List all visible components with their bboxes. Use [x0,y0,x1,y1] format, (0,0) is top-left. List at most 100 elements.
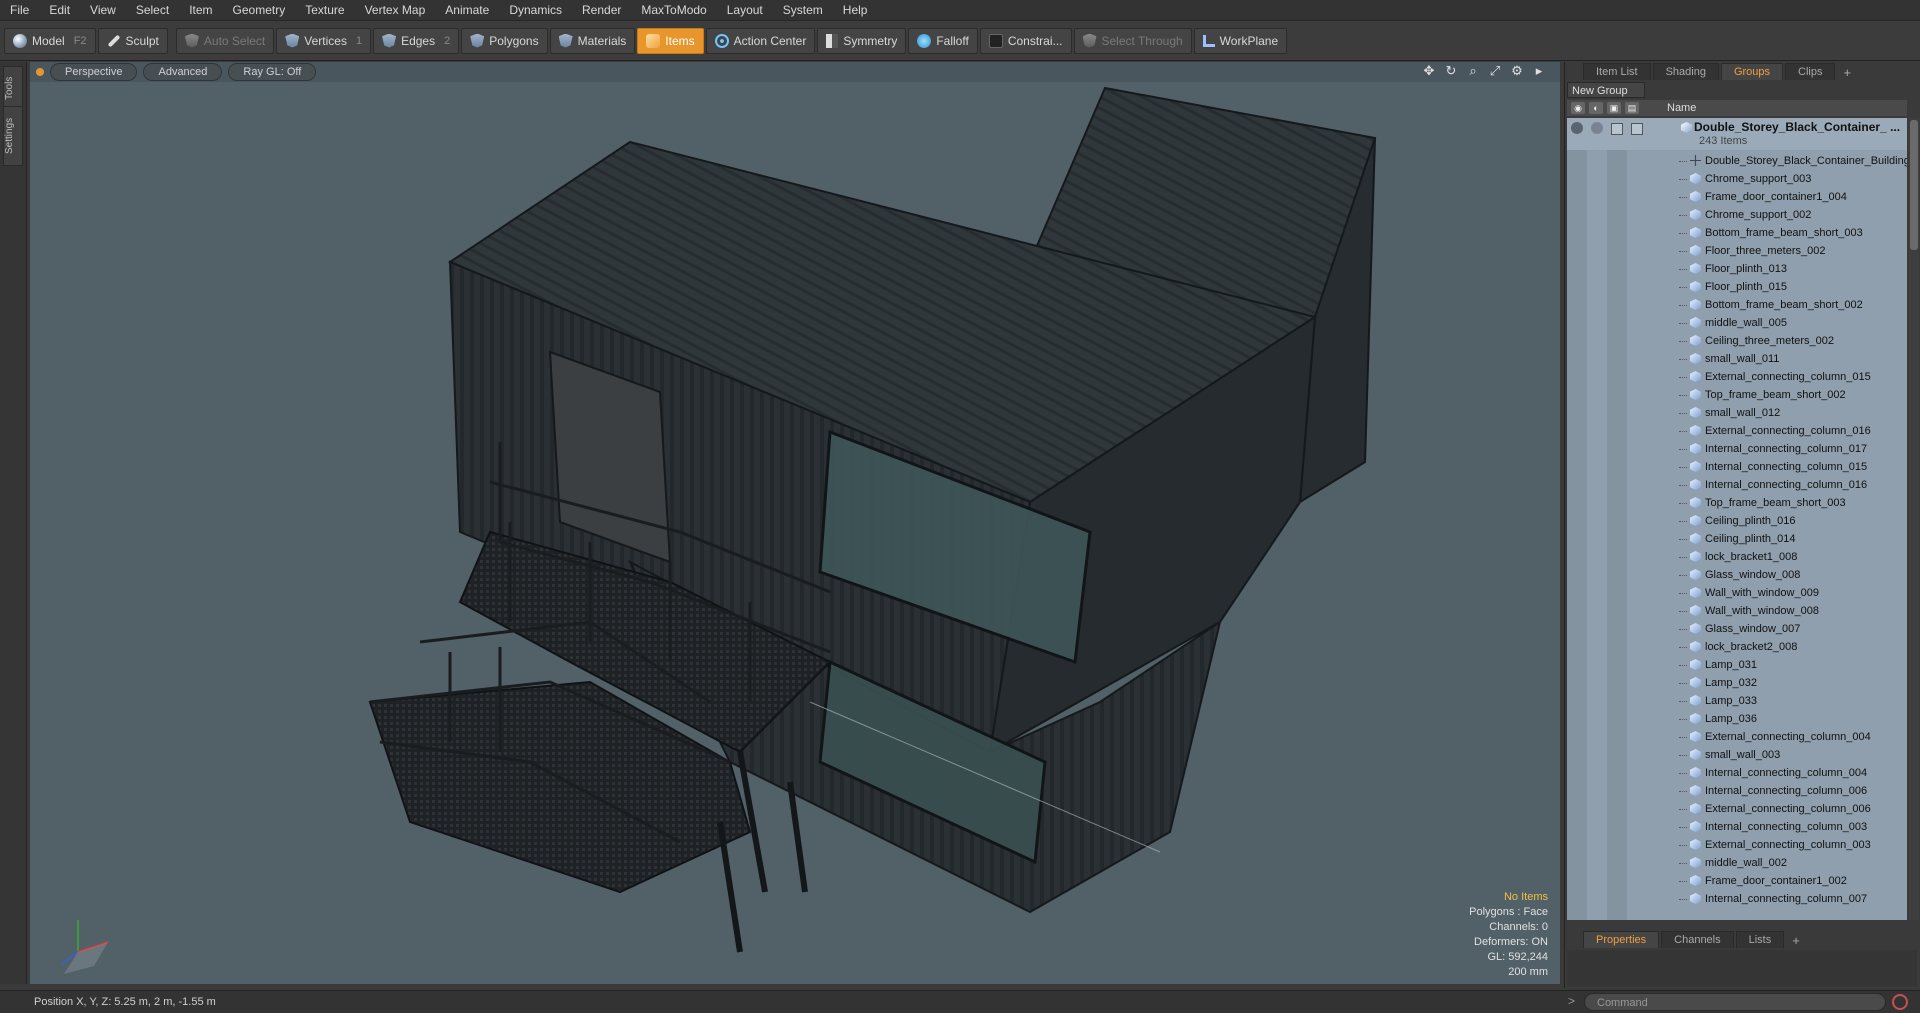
view-mode-dropdown[interactable]: Perspective [50,63,138,81]
tab-channels[interactable]: Channels [1661,931,1734,948]
menu-maxtomodo[interactable]: MaxToModo [631,0,716,20]
menu-texture[interactable]: Texture [295,0,354,20]
list-item[interactable]: Top_frame_beam_short_003 [1567,494,1907,512]
list-item[interactable]: External_connecting_column_006 [1567,800,1907,818]
tab-properties[interactable]: Properties [1583,931,1660,948]
list-item[interactable]: Ceiling_plinth_014 [1567,530,1907,548]
group-lock-box[interactable] [1611,123,1623,135]
list-item[interactable]: small_wall_012 [1567,404,1907,422]
tab-groups[interactable]: Groups [1720,63,1784,80]
viewport-menu-dot[interactable] [36,68,44,76]
list-item[interactable]: Internal_connecting_column_015 [1567,458,1907,476]
tab-item-list[interactable]: Item List [1583,63,1651,80]
list-item[interactable]: Bottom_frame_beam_short_002 [1567,296,1907,314]
menu-file[interactable]: File [0,0,39,20]
add-properties-tab-icon[interactable]: + [1786,933,1806,948]
list-item[interactable]: Top_frame_beam_short_002 [1567,386,1907,404]
list-item[interactable]: External_connecting_column_015 [1567,368,1907,386]
items-button[interactable]: Items [637,27,704,54]
menu-render[interactable]: Render [572,0,631,20]
tab-shading[interactable]: Shading [1652,63,1719,80]
list-item[interactable]: Floor_plinth_015 [1567,278,1907,296]
constraints-button[interactable]: Constrai... [979,27,1072,54]
play-arrow-icon[interactable]: ▸ [1532,64,1546,78]
3d-viewport[interactable]: Perspective Advanced Ray GL: Off ✥ ↻ ⌕ ⤢… [30,62,1560,984]
list-item[interactable]: lock_bracket1_008 [1567,548,1907,566]
model-mode-button[interactable]: Model F2 [4,27,96,54]
list-item[interactable]: Frame_door_container1_002 [1567,872,1907,890]
menu-edit[interactable]: Edit [39,0,80,20]
list-item[interactable]: Chrome_support_003 [1567,170,1907,188]
shading-dropdown[interactable]: Advanced [143,63,223,81]
edges-button[interactable]: Edges 2 [373,27,460,54]
list-item[interactable]: External_connecting_column_004 [1567,728,1907,746]
sculpt-mode-button[interactable]: Sculpt [97,27,168,54]
list-item[interactable]: Lamp_036 [1567,710,1907,728]
select-through-button[interactable]: Select Through [1073,27,1192,54]
list-item[interactable]: middle_wall_002 [1567,854,1907,872]
falloff-button[interactable]: Falloff [908,27,978,54]
menu-layout[interactable]: Layout [717,0,773,20]
select-col-icon[interactable]: ▤ [1625,102,1639,114]
polygons-button[interactable]: Polygons [461,27,548,54]
list-item[interactable]: Glass_window_007 [1567,620,1907,638]
menu-view[interactable]: View [80,0,126,20]
pan-icon[interactable]: ✥ [1422,64,1436,78]
menu-item[interactable]: Item [179,0,222,20]
list-item[interactable]: Chrome_support_002 [1567,206,1907,224]
group-visibility-eye-icon[interactable] [1571,122,1583,134]
list-item[interactable]: Lamp_031 [1567,656,1907,674]
name-column-header[interactable]: Name [1667,102,1696,114]
list-item[interactable]: Floor_plinth_013 [1567,260,1907,278]
list-item[interactable]: lock_bracket2_008 [1567,638,1907,656]
group-render-icon[interactable] [1591,122,1603,134]
tab-settings[interactable]: Settings [3,106,23,166]
list-item[interactable]: External_connecting_column_016 [1567,422,1907,440]
groups-list[interactable]: Double_Storey_Black_Container_ ... 243 I… [1567,118,1907,920]
scene-render[interactable] [30,62,1560,984]
tab-tools[interactable]: Tools [3,66,23,110]
group-row[interactable]: Double_Storey_Black_Container_ ... 243 I… [1567,118,1907,150]
list-item[interactable]: Frame_door_container1_004 [1567,188,1907,206]
list-item[interactable]: small_wall_011 [1567,350,1907,368]
action-center-button[interactable]: Action Center [705,27,816,54]
list-item[interactable]: Ceiling_plinth_016 [1567,512,1907,530]
menu-select[interactable]: Select [126,0,179,20]
group-select-box[interactable] [1631,123,1643,135]
list-scrollbar[interactable] [1909,118,1919,920]
menu-system[interactable]: System [773,0,833,20]
list-item[interactable]: Internal_connecting_column_006 [1567,782,1907,800]
list-item[interactable]: Internal_connecting_column_017 [1567,440,1907,458]
new-group-button[interactable]: New Group [1567,82,1645,98]
tab-lists[interactable]: Lists [1735,931,1785,948]
list-item[interactable]: Glass_window_008 [1567,566,1907,584]
symmetry-button[interactable]: Symmetry [817,27,907,54]
menu-help[interactable]: Help [833,0,878,20]
menu-animate[interactable]: Animate [435,0,499,20]
list-item[interactable]: External_connecting_column_003 [1567,836,1907,854]
materials-button[interactable]: Materials [549,27,636,54]
list-item[interactable]: small_wall_003 [1567,746,1907,764]
list-item[interactable]: Internal_connecting_column_007 [1567,890,1907,908]
command-history-icon[interactable] [1892,994,1908,1010]
lock-col-icon[interactable]: ▣ [1607,102,1621,114]
list-item[interactable]: Internal_connecting_column_003 [1567,818,1907,836]
add-tab-icon[interactable]: + [1837,65,1857,80]
tab-clips[interactable]: Clips [1785,63,1836,80]
menu-vertex-map[interactable]: Vertex Map [355,0,436,20]
workplane-button[interactable]: WorkPlane [1193,27,1288,54]
raygl-toggle[interactable]: Ray GL: Off [228,63,317,81]
list-item[interactable]: Bottom_frame_beam_short_003 [1567,224,1907,242]
menu-geometry[interactable]: Geometry [223,0,296,20]
list-item[interactable]: Floor_three_meters_002 [1567,242,1907,260]
maximize-icon[interactable]: ⤢ [1488,64,1502,78]
list-item[interactable]: Internal_connecting_column_016 [1567,476,1907,494]
rotate-icon[interactable]: ↻ [1444,64,1458,78]
render-col-icon[interactable]: ◐ [1589,102,1603,114]
menu-dynamics[interactable]: Dynamics [499,0,572,20]
list-item[interactable]: Double_Storey_Black_Container_Building [1567,152,1907,170]
command-input[interactable]: Command [1584,993,1886,1011]
list-item[interactable]: Wall_with_window_008 [1567,602,1907,620]
list-item[interactable]: middle_wall_005 [1567,314,1907,332]
scrollbar-thumb[interactable] [1910,120,1918,250]
